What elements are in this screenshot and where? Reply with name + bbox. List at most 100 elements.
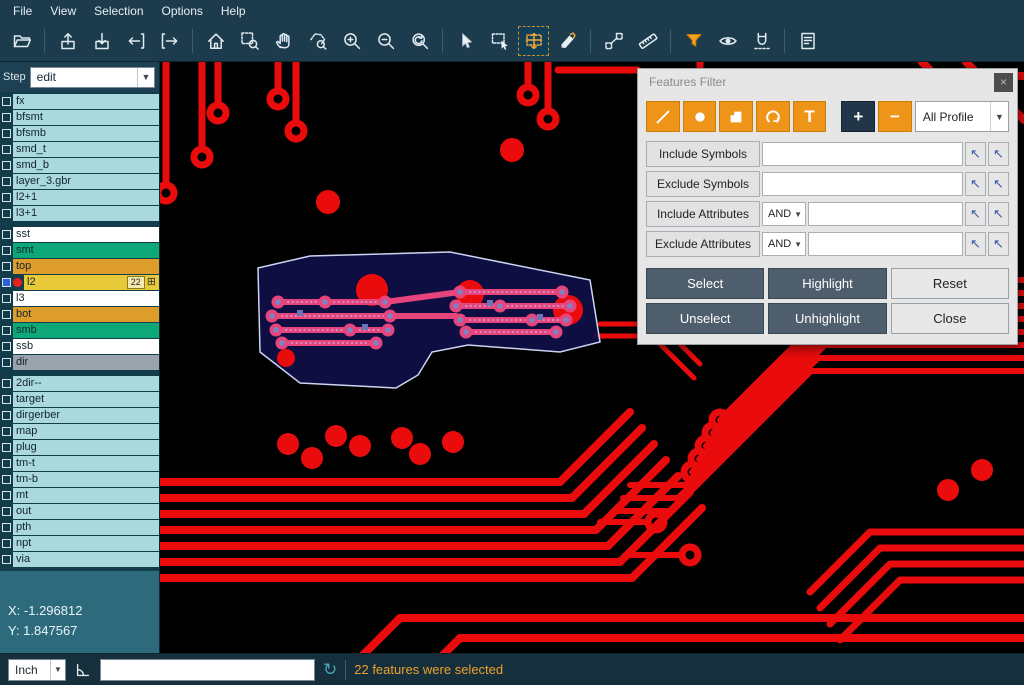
color-swap-button[interactable]	[551, 25, 584, 57]
layer-row-smd_t[interactable]: smd_t	[0, 142, 159, 157]
layer-row-2dir--[interactable]: 2dir--	[0, 376, 159, 391]
layer-name[interactable]: layer_3.gbr	[13, 174, 159, 189]
layer-name[interactable]: 2dir--	[13, 376, 159, 391]
layer-checkbox[interactable]	[2, 145, 11, 154]
layer-name[interactable]: l3	[13, 291, 159, 306]
zoom-select-button[interactable]	[233, 25, 266, 57]
layer-name[interactable]: bot	[13, 307, 159, 322]
dialog-close-icon[interactable]: ×	[994, 73, 1013, 92]
zoom-in-button[interactable]	[335, 25, 368, 57]
select-cursor-button[interactable]	[449, 25, 482, 57]
layer-name[interactable]: tm-b	[13, 472, 159, 487]
layer-checkbox[interactable]	[2, 539, 11, 548]
layer-name[interactable]: ssb	[13, 339, 159, 354]
layer-name[interactable]: npt	[13, 536, 159, 551]
layer-checkbox[interactable]	[2, 491, 11, 500]
select-button[interactable]: Select	[646, 268, 764, 299]
measure-point-button[interactable]	[597, 25, 630, 57]
include-symbols-pick-icon[interactable]: ↖	[965, 142, 986, 166]
step-select[interactable]: edit ▼	[30, 67, 155, 88]
include-attributes-pick-icon[interactable]: ↖	[965, 202, 986, 226]
layer-name[interactable]: l2+1	[13, 190, 159, 205]
add-filter-button[interactable]: +	[841, 101, 875, 132]
close-button[interactable]: Close	[891, 303, 1009, 334]
layer-checkbox[interactable]	[2, 395, 11, 404]
exclude-symbols-input[interactable]	[762, 172, 963, 196]
zoom-reset-button[interactable]	[403, 25, 436, 57]
layer-checkbox[interactable]	[2, 358, 11, 367]
layer-name[interactable]: smd_b	[13, 158, 159, 173]
layer-row-layer_3.gbr[interactable]: layer_3.gbr	[0, 174, 159, 189]
report-list-button[interactable]	[791, 25, 824, 57]
zoom-out-button[interactable]	[369, 25, 402, 57]
chevron-down-icon[interactable]: ▼	[50, 660, 65, 680]
include-attributes-pick-add-icon[interactable]: ↖	[988, 202, 1009, 226]
include-symbols-pick-add-icon[interactable]: ↖	[988, 142, 1009, 166]
layer-name[interactable]: target	[13, 392, 159, 407]
exclude-symbols-pick-add-icon[interactable]: ↖	[988, 172, 1009, 196]
home-button[interactable]	[199, 25, 232, 57]
layer-row-sst[interactable]: sst	[0, 227, 159, 242]
layer-checkbox[interactable]	[2, 177, 11, 186]
layer-row-smb[interactable]: smb	[0, 323, 159, 338]
layer-checkbox[interactable]	[2, 294, 11, 303]
layer-name[interactable]: tm-t	[13, 456, 159, 471]
open-folder-button[interactable]	[5, 25, 38, 57]
zoom-polygon-button[interactable]	[301, 25, 334, 57]
unhighlight-button[interactable]: Unhighlight	[768, 303, 886, 334]
layer-checkbox[interactable]	[2, 193, 11, 202]
layer-row-via[interactable]: via	[0, 552, 159, 567]
exclude-attributes-pick-icon[interactable]: ↖	[965, 232, 986, 256]
export-right-button[interactable]	[153, 25, 186, 57]
layer-name[interactable]: plug	[13, 440, 159, 455]
profile-select[interactable]: All Profile ▼	[915, 101, 1009, 132]
exclude-symbols-label-button[interactable]: Exclude Symbols	[646, 171, 760, 197]
layer-row-plug[interactable]: plug	[0, 440, 159, 455]
import-box-down-button[interactable]	[85, 25, 118, 57]
exclude-attributes-label-button[interactable]: Exclude Attributes	[646, 231, 760, 257]
surface-tool-button[interactable]	[719, 101, 753, 132]
layer-checkbox[interactable]	[2, 342, 11, 351]
line-tool-button[interactable]	[646, 101, 680, 132]
layer-name[interactable]: pth	[13, 520, 159, 535]
layer-checkbox[interactable]	[2, 113, 11, 122]
include-symbols-input[interactable]	[762, 142, 963, 166]
layer-row-smt[interactable]: smt	[0, 243, 159, 258]
layer-name[interactable]: dir	[13, 355, 159, 370]
layer-name[interactable]: bfsmt	[13, 110, 159, 125]
command-input[interactable]	[100, 659, 315, 681]
layer-name[interactable]: map	[13, 424, 159, 439]
layer-name[interactable]: smb	[13, 323, 159, 338]
layer-row-dir[interactable]: dir	[0, 355, 159, 370]
layer-checkbox[interactable]	[2, 278, 11, 287]
highlight-button[interactable]: Highlight	[768, 268, 886, 299]
layer-row-bfsmb[interactable]: bfsmb	[0, 126, 159, 141]
layer-checkbox[interactable]	[2, 443, 11, 452]
menu-file[interactable]: File	[4, 2, 41, 20]
exclude-attributes-and-select[interactable]: AND▼	[762, 232, 806, 256]
layer-name[interactable]: l3+1	[13, 206, 159, 221]
layer-row-pth[interactable]: pth	[0, 520, 159, 535]
layer-row-l2[interactable]: l222⊞	[0, 275, 159, 290]
layer-row-dirgerber[interactable]: dirgerber	[0, 408, 159, 423]
chevron-down-icon[interactable]: ▼	[137, 68, 154, 87]
layer-row-target[interactable]: target	[0, 392, 159, 407]
menu-help[interactable]: Help	[212, 2, 255, 20]
reset-button[interactable]: Reset	[891, 268, 1009, 299]
layer-name[interactable]: out	[13, 504, 159, 519]
layer-checkbox[interactable]	[2, 246, 11, 255]
layer-name[interactable]: sst	[13, 227, 159, 242]
import-left-button[interactable]	[119, 25, 152, 57]
layer-row-npt[interactable]: npt	[0, 536, 159, 551]
layer-name[interactable]: mt	[13, 488, 159, 503]
features-filter-button[interactable]	[677, 25, 710, 57]
layer-row-ssb[interactable]: ssb	[0, 339, 159, 354]
select-reference-button[interactable]	[517, 25, 550, 57]
layer-checkbox[interactable]	[2, 310, 11, 319]
measure-ruler-button[interactable]	[631, 25, 664, 57]
include-attributes-label-button[interactable]: Include Attributes	[646, 201, 760, 227]
units-select[interactable]: Inch ▼	[8, 659, 66, 681]
unselect-button[interactable]: Unselect	[646, 303, 764, 334]
layer-checkbox[interactable]	[2, 427, 11, 436]
layer-name[interactable]: via	[13, 552, 159, 567]
